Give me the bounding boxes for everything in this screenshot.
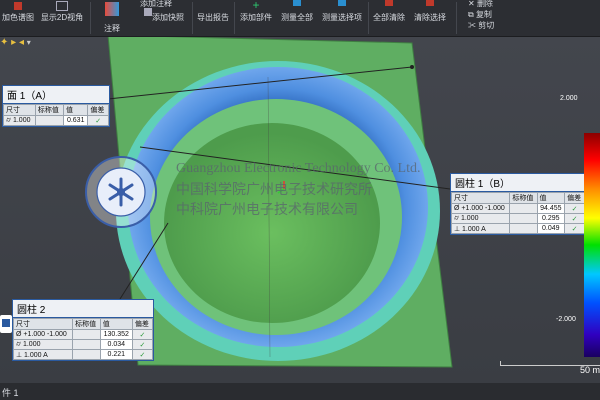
table-row: ⊥ 1.000 A 0.049 ✓ (450, 223, 585, 234)
add-snapshot-button[interactable]: 添加快照 (138, 0, 188, 36)
scale-label: 50 m (580, 365, 600, 375)
clear-all-icon (385, 0, 393, 6)
separator (234, 2, 235, 34)
home-icon (56, 1, 68, 11)
table-header-row: 尺寸 标称值 值 偏差 (12, 318, 154, 330)
separator (192, 2, 193, 34)
table-row: ⌭ 1.000 0.034 ✓ (12, 339, 154, 350)
chevron-down-icon: ▾ (26, 38, 31, 47)
measure-icon (293, 0, 301, 6)
measure-selection-icon (338, 0, 346, 6)
plus-icon: + (252, 0, 260, 12)
panel-title: 面 1（A） (3, 86, 109, 104)
check-icon: ✓ (131, 339, 154, 350)
table-row: Ø +1.000 -1.000 94.455 ✓ (450, 203, 585, 214)
show-2d-view-button[interactable]: 显示2D视角 (38, 0, 86, 36)
legend-max-label: 2.000 (560, 95, 578, 102)
table-row: ⌭ 1.000 0.631 ✓ (3, 115, 109, 126)
check-icon: ✓ (564, 203, 585, 214)
table-header-row: 尺寸 标称值 值 偏差 (450, 192, 585, 204)
check-icon: ✓ (131, 349, 154, 360)
annotation-icon (105, 2, 119, 16)
add-part-button[interactable]: + 添加部件 (236, 0, 276, 36)
watermark-chinese-1: 中国科学院广州电子技术研究所 (176, 182, 372, 198)
arrow-left-icon: ◂ (18, 37, 25, 48)
panel-cylinder-1[interactable]: 圆柱 1（B） 尺寸 标称值 值 偏差 Ø +1.000 -1.000 94.4… (450, 173, 586, 235)
check-icon: ✓ (131, 329, 154, 340)
view-options-strip[interactable]: ✦ ▸ ◂ ▾ (0, 37, 60, 53)
anchor-point (410, 65, 414, 69)
measure-table: 尺寸 标称值 值 偏差 ⌭ 1.000 0.631 ✓ (3, 104, 109, 126)
table-row: ⊥ 1.000 A 0.221 ✓ (12, 349, 154, 360)
watermark-english: Guangzhou Electronic Technology Co. Ltd. (176, 161, 421, 176)
snapshot-icon (144, 8, 152, 16)
separator (456, 2, 457, 34)
cut-button[interactable]: ✂ 剪切 (468, 20, 494, 31)
delete-button[interactable]: ✕ 删除 (468, 0, 493, 9)
check-icon: ✓ (564, 213, 585, 224)
clear-selection-button[interactable]: 清除选择 (410, 0, 450, 36)
pin-icon: ✦ (0, 37, 9, 48)
measure-selection-button[interactable]: 测量选择项 (318, 0, 366, 36)
copy-button[interactable]: ⧉ 复制 (468, 9, 492, 20)
separator (90, 2, 91, 34)
status-part-label: 件 1 (2, 388, 19, 398)
measure-table: 尺寸 标称值 值 偏差 Ø +1.000 -1.000 130.352 ✓ ⌭ … (12, 318, 154, 360)
measure-table: 尺寸 标称值 值 偏差 Ø +1.000 -1.000 94.455 ✓ ⌭ 1… (450, 192, 585, 234)
panel-face-1[interactable]: 面 1（A） 尺寸 标称值 值 偏差 ⌭ 1.000 0.631 ✓ (2, 85, 110, 127)
table-header-row: 尺寸 标称值 值 偏差 (3, 104, 109, 116)
3d-viewport[interactable]: Guangzhou Electronic Technology Co. Ltd.… (0, 37, 600, 383)
annotate-button[interactable]: 注释 (92, 0, 132, 36)
arrow-right-icon: ▸ (11, 37, 17, 48)
cut-icon: ✂ (468, 21, 479, 30)
view-cube[interactable] (0, 315, 12, 333)
clear-selection-icon (426, 0, 434, 6)
panel-title: 圆柱 1（B） (451, 174, 585, 192)
status-bar: 件 1 (0, 383, 600, 400)
inner-floor (164, 123, 380, 323)
copy-icon: ⧉ (468, 10, 476, 19)
color-map-button[interactable]: 加色谱图 (0, 0, 36, 36)
measure-all-button[interactable]: 测量全部 (278, 0, 316, 36)
deviation-color-legend (584, 133, 600, 357)
delete-icon: ✕ (468, 0, 477, 8)
table-row: ⌭ 1.000 0.295 ✓ (450, 213, 585, 224)
table-row: Ø +1.000 -1.000 130.352 ✓ (12, 329, 154, 340)
watermark-chinese-2: 中科院广州电子技术有限公司 (176, 202, 358, 218)
panel-title: 圆柱 2 (13, 300, 153, 318)
cube-face-icon (2, 319, 10, 327)
check-icon: ✓ (564, 223, 585, 234)
toolbar: 加色谱图 显示2D视角 注释 添加注释 添加快照 导出报告 + 添加部件 测量全… (0, 0, 600, 37)
separator (368, 2, 369, 34)
export-report-button[interactable]: 导出报告 (194, 0, 232, 36)
clear-all-button[interactable]: 全部清除 (370, 0, 408, 36)
cas-logo (85, 156, 157, 228)
panel-cylinder-2[interactable]: 圆柱 2 尺寸 标称值 值 偏差 Ø +1.000 -1.000 130.352… (12, 299, 154, 361)
color-map-icon (14, 2, 22, 10)
legend-min-label: -2.000 (556, 316, 576, 323)
check-icon: ✓ (87, 115, 109, 126)
